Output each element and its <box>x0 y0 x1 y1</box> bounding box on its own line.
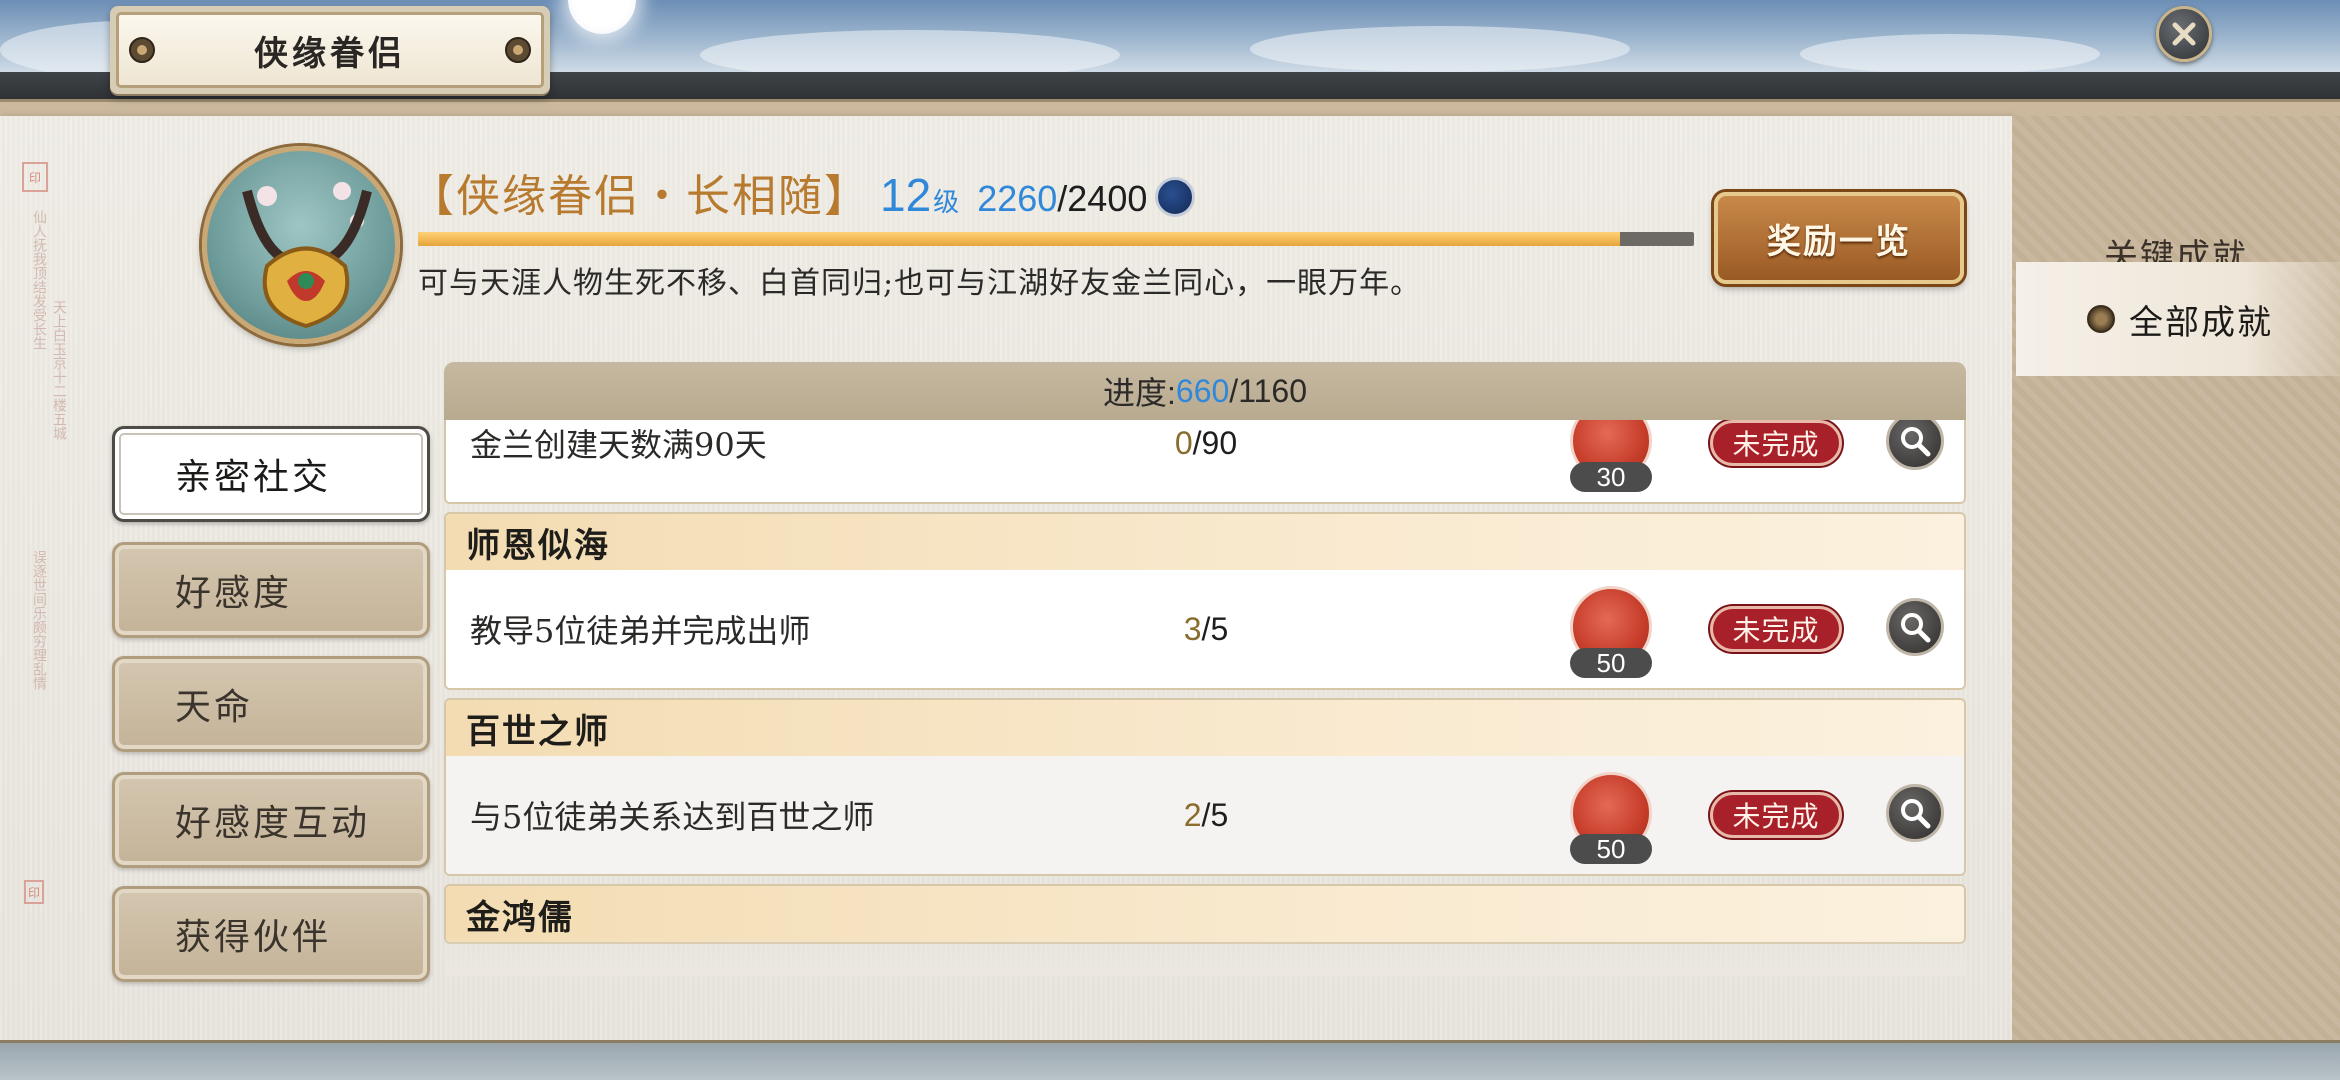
close-button[interactable] <box>2156 6 2212 62</box>
view-detail-button[interactable] <box>1886 598 1944 656</box>
moon-decoration <box>568 0 636 34</box>
progress-current: 660 <box>1175 372 1230 409</box>
reward-badge: 30 <box>1570 420 1652 494</box>
bottom-strip <box>0 1040 2340 1080</box>
achievement-emblem <box>202 146 400 344</box>
task-progress-current: 2 <box>1183 796 1202 833</box>
menu-all-achievements[interactable]: 全部成就 <box>2016 262 2340 376</box>
exp-current: 2260 <box>977 178 1058 219</box>
status-badge: 未完成 <box>1710 606 1842 652</box>
close-icon <box>2172 22 2196 46</box>
menu-item-label: 全部成就 <box>2129 302 2273 343</box>
task-progress: 2/5 <box>1086 756 1326 874</box>
category-tab-intimate-social[interactable]: 亲密社交 <box>112 426 430 522</box>
view-detail-button[interactable] <box>1886 784 1944 842</box>
status-badge: 未完成 <box>1710 420 1842 466</box>
progress-total: /1160 <box>1229 372 1307 409</box>
reward-badge: 50 <box>1570 772 1652 866</box>
task-progress-max: /5 <box>1201 796 1229 833</box>
knot-ornament-icon <box>505 37 531 63</box>
task-progress-current: 0 <box>1174 424 1193 461</box>
reward-badge: 50 <box>1570 586 1652 680</box>
achievement-description: 可与天涯人物生死不移、白首同归;也可与江湖好友金兰同心，一眼万年。 <box>418 266 1422 301</box>
group-title: 师恩似海 <box>446 514 1964 570</box>
selected-marker-icon <box>2087 305 2115 333</box>
calligraphy-decoration: 天上白玉京十二楼五城 <box>51 300 67 440</box>
exp-coin-icon <box>1155 177 1196 217</box>
view-detail-button[interactable] <box>1886 420 1944 470</box>
group-title: 百世之师 <box>446 700 1964 756</box>
task-progress: 0/90 <box>1086 420 1326 502</box>
progress-label: 进度: <box>1103 375 1176 411</box>
task-progress-current: 3 <box>1183 610 1202 647</box>
achievement-header: 【侠缘眷侣・长相随】 12 级 2260 /2400 <box>410 160 1196 222</box>
achievement-group: 金兰创建天数满90天 0/90 30 未完成 <box>444 420 1966 504</box>
task-progress: 3/5 <box>1086 570 1326 688</box>
achievement-row: 金兰创建天数满90天 0/90 30 未完成 <box>446 420 1964 502</box>
achievement-list[interactable]: 金兰创建天数满90天 0/90 30 未完成 师恩似海 教导5位徒弟并完成出师 … <box>444 420 1966 976</box>
achievement-group: 金鸿儒 <box>444 884 1966 944</box>
level-unit: 级 <box>933 188 960 218</box>
category-tab-destiny[interactable]: 天命 <box>112 656 430 752</box>
window-title: 侠缘眷侣 <box>254 33 406 74</box>
category-tab-get-partner[interactable]: 获得伙伴 <box>112 886 430 982</box>
category-progress: 进度: 660 /1160 <box>444 362 1966 420</box>
calligraphy-decoration: 误逐世间乐颇穷理乱情 <box>31 550 47 690</box>
exp-progress-bar <box>418 232 1694 246</box>
calligraphy-decoration: 仙人抚我顶结发受长生 <box>31 210 47 350</box>
task-text: 教导5位徒弟并完成出师 <box>470 612 811 650</box>
magnifier-icon <box>1901 799 1931 829</box>
reward-count: 50 <box>1570 834 1652 864</box>
reward-list-button[interactable]: 奖励一览 <box>1714 192 1964 284</box>
right-menu: 关键成就 全部成就 <box>2012 116 2340 1040</box>
category-tab-favor[interactable]: 好感度 <box>112 542 430 638</box>
seal-stamp: 印 <box>22 162 48 192</box>
magnifier-icon <box>1901 427 1931 457</box>
task-text: 与5位徒弟关系达到百世之师 <box>470 798 875 836</box>
exp-progress-fill <box>418 232 1620 246</box>
achievement-name: 【侠缘眷侣・长相随】 <box>410 171 870 222</box>
magnifier-icon <box>1901 613 1931 643</box>
status-badge: 未完成 <box>1710 792 1842 838</box>
achievement-row: 教导5位徒弟并完成出师 3/5 50 未完成 <box>446 570 1964 688</box>
task-progress-max: /5 <box>1201 610 1229 647</box>
reward-count: 30 <box>1570 462 1652 492</box>
reward-count: 50 <box>1570 648 1652 678</box>
achievement-row: 与5位徒弟关系达到百世之师 2/5 50 未完成 <box>446 756 1964 874</box>
level-value: 12 <box>880 169 932 221</box>
task-progress-max: /90 <box>1192 424 1238 461</box>
category-tab-favor-interaction[interactable]: 好感度互动 <box>112 772 430 868</box>
seal-stamp: 印 <box>24 880 44 904</box>
group-title: 金鸿儒 <box>446 886 1964 942</box>
window-title-plate: 侠缘眷侣 <box>110 6 550 94</box>
achievement-group: 师恩似海 教导5位徒弟并完成出师 3/5 50 未完成 <box>444 512 1966 690</box>
knot-ornament-icon <box>129 37 155 63</box>
exp-max: /2400 <box>1057 178 1148 219</box>
task-text: 金兰创建天数满90天 <box>470 426 767 464</box>
achievement-group: 百世之师 与5位徒弟关系达到百世之师 2/5 50 未完成 <box>444 698 1966 876</box>
